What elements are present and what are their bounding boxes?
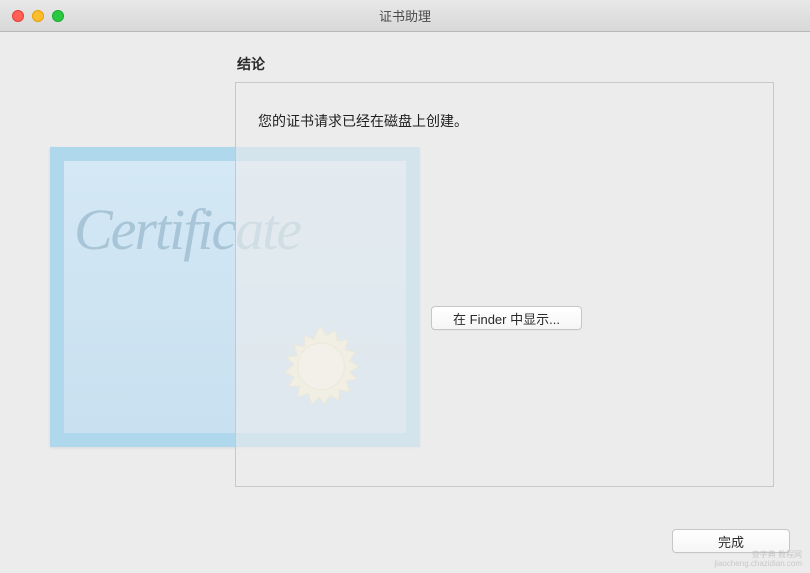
minimize-icon[interactable] <box>32 10 44 22</box>
titlebar: 证书助理 <box>0 0 810 32</box>
panel-heading: 结论 <box>235 54 774 82</box>
panel-box: 您的证书请求已经在磁盘上创建。 在 Finder 中显示... <box>235 82 774 487</box>
watermark-line1: 查字典 教程网 <box>714 550 802 560</box>
watermark-line2: jiaocheng.chazidian.com <box>714 559 802 569</box>
maximize-icon[interactable] <box>52 10 64 22</box>
body-text: 您的证书请求已经在磁盘上创建。 <box>258 111 468 131</box>
window-content: Certificate 结论 您的证书请求已经在磁盘上创建。 在 Finder … <box>0 32 810 573</box>
traffic-lights <box>0 10 64 22</box>
show-in-finder-button[interactable]: 在 Finder 中显示... <box>431 306 582 330</box>
watermark: 查字典 教程网 jiaocheng.chazidian.com <box>714 550 802 569</box>
main-panel: 结论 您的证书请求已经在磁盘上创建。 在 Finder 中显示... <box>235 54 774 489</box>
close-icon[interactable] <box>12 10 24 22</box>
window-title: 证书助理 <box>0 6 810 25</box>
